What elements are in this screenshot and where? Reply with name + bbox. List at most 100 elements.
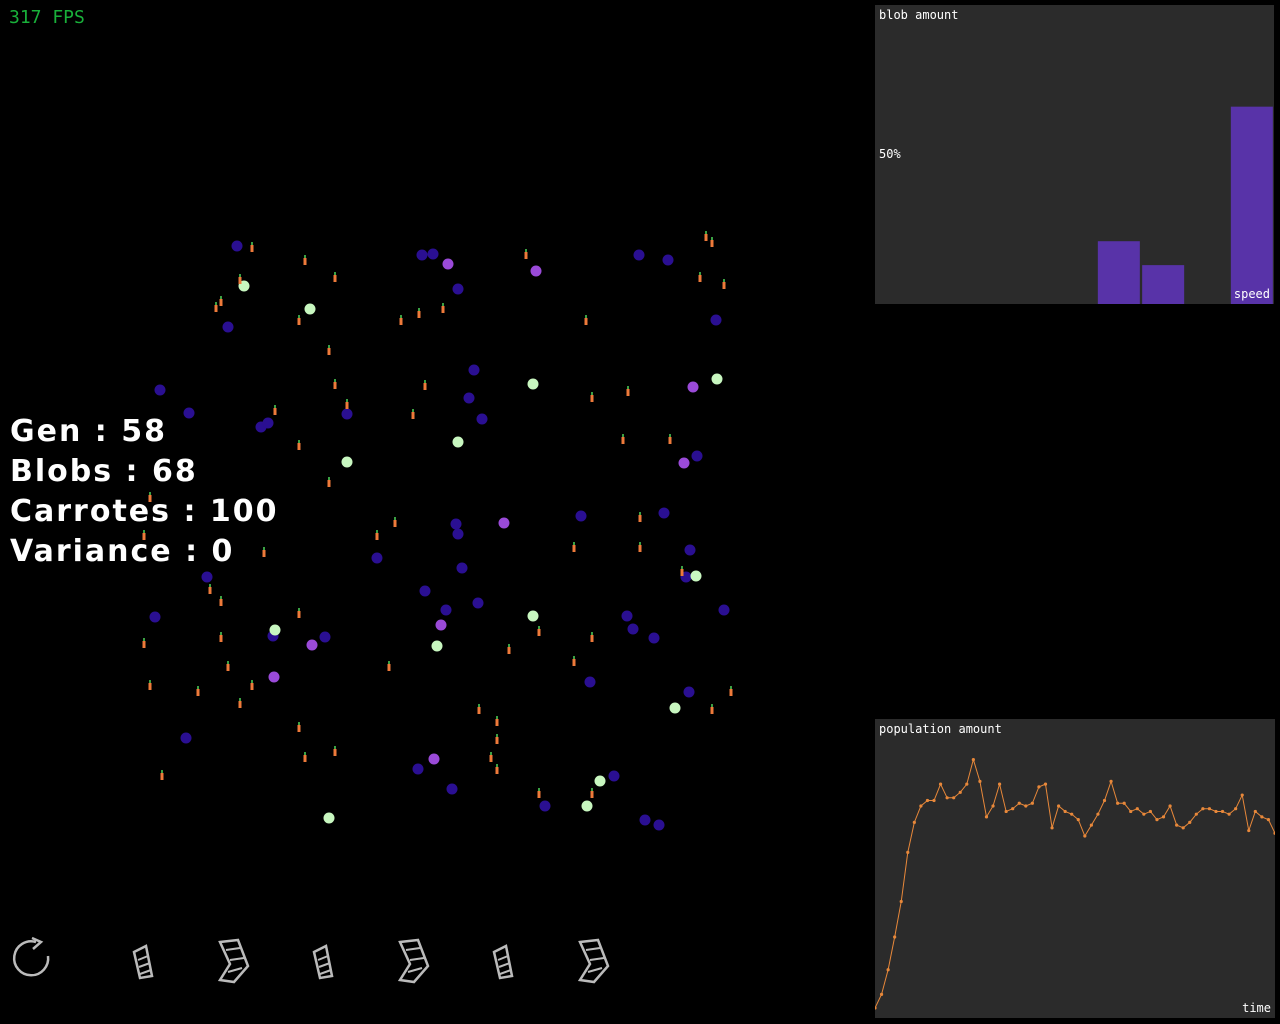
carrot-icon <box>537 626 541 636</box>
carrot-icon <box>621 434 625 444</box>
slow-icon <box>132 944 154 980</box>
data-point <box>1175 823 1179 827</box>
variance-label: Variance : 0 <box>10 534 235 569</box>
speed-fast-1-button[interactable] <box>212 930 262 990</box>
carrot-icon <box>219 632 223 642</box>
blob <box>653 819 665 831</box>
blob <box>201 571 213 583</box>
blob <box>594 775 606 787</box>
data-point <box>1011 807 1015 811</box>
data-point <box>1260 815 1264 819</box>
data-point <box>965 782 969 786</box>
speed-fast-2-button[interactable] <box>392 930 442 990</box>
data-point <box>938 782 943 786</box>
blob <box>154 384 166 396</box>
carrot-icon <box>303 255 307 265</box>
carrot-icon <box>495 716 499 726</box>
carrot-icon <box>238 698 242 708</box>
blob-amount-chart: blob amount 50% speed <box>875 5 1274 304</box>
data-point <box>1234 807 1238 811</box>
data-point <box>1161 815 1166 819</box>
data-point <box>1102 798 1107 803</box>
carrot-icon <box>477 704 481 714</box>
blob <box>323 812 335 824</box>
carrot-icon <box>297 722 301 732</box>
blob <box>648 632 660 644</box>
carrot-icon <box>142 638 146 648</box>
data-point <box>875 1006 877 1010</box>
data-point <box>1057 804 1061 808</box>
carrot-icon <box>417 308 421 318</box>
population-amount-chart: population amount time <box>875 719 1275 1018</box>
data-point <box>971 757 975 762</box>
carrot-icon <box>226 661 230 671</box>
data-point <box>1135 807 1139 811</box>
restart-icon <box>12 936 50 977</box>
blob <box>684 544 696 556</box>
blob <box>539 800 551 812</box>
carrot-icon <box>393 517 397 527</box>
speed-slow-2-button[interactable] <box>302 930 352 990</box>
data-point <box>1155 818 1159 822</box>
carrot-icon <box>489 752 493 762</box>
carrot-icon <box>327 477 331 487</box>
blob <box>633 249 645 261</box>
speed-fast-3-button[interactable] <box>572 930 622 990</box>
data-point <box>1207 807 1212 811</box>
carrot-icon <box>148 680 152 690</box>
blob <box>431 640 443 652</box>
blob <box>306 639 318 651</box>
carrot-icon <box>441 303 445 313</box>
blob <box>472 597 484 609</box>
carrot-icon <box>333 272 337 282</box>
speed-slow-1-button[interactable] <box>122 930 172 990</box>
data-point <box>906 850 910 854</box>
blob <box>476 413 488 425</box>
data-point <box>1096 812 1100 816</box>
carrot-icon <box>423 380 427 390</box>
blob <box>269 624 281 636</box>
slow-icon <box>492 944 514 980</box>
blob <box>435 619 447 631</box>
carrot-icon <box>537 788 541 798</box>
blob <box>440 604 452 616</box>
fast-icon <box>577 938 610 984</box>
speed-slow-3-button[interactable] <box>482 930 532 990</box>
blob <box>304 303 316 315</box>
blob <box>419 585 431 597</box>
stats-panel: Gen : 58 Blobs : 68 Carrotes : 100 Varia… <box>10 412 279 572</box>
data-point <box>1109 779 1113 784</box>
blob <box>442 258 454 270</box>
blob <box>690 570 702 582</box>
carrot-icon <box>333 746 337 756</box>
blob <box>527 378 539 390</box>
data-point <box>1004 809 1008 814</box>
carrot-icon <box>524 249 528 259</box>
data-point <box>1076 818 1080 822</box>
blob <box>416 249 428 261</box>
x-axis-label: time <box>1242 1001 1271 1015</box>
data-point <box>1050 826 1054 830</box>
data-point <box>899 899 903 904</box>
blob <box>711 373 723 385</box>
blob <box>687 381 699 393</box>
chart-title: blob amount <box>879 8 959 22</box>
blob <box>530 265 542 277</box>
carrot-icon <box>345 399 349 409</box>
blob <box>498 517 510 529</box>
carrot-icon <box>219 596 223 606</box>
blob <box>456 562 468 574</box>
carrot-icon <box>572 656 576 666</box>
data-point <box>1083 834 1087 838</box>
restart-button[interactable] <box>8 930 58 990</box>
blob <box>222 321 234 333</box>
carrot-icon <box>626 386 630 396</box>
carrot-icon <box>387 661 391 671</box>
data-point <box>952 796 956 800</box>
blob-count-label: Blobs : 68 <box>10 454 198 489</box>
carrot-icon <box>250 242 254 252</box>
data-point <box>1194 812 1198 816</box>
carrot-icon <box>333 379 337 389</box>
data-point <box>886 968 890 972</box>
data-point <box>1188 820 1192 824</box>
